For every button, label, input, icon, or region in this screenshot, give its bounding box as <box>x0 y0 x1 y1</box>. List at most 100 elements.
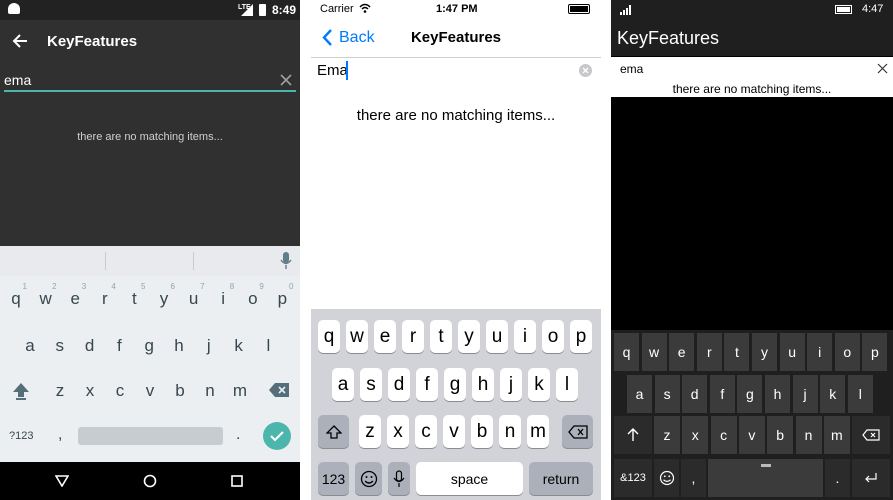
search-input[interactable]: Ema <box>311 59 601 83</box>
key-c[interactable]: c <box>710 416 737 454</box>
key-v[interactable]: v <box>738 416 765 454</box>
emoji-key[interactable] <box>355 462 382 495</box>
key-f[interactable]: f <box>709 375 735 413</box>
key-n[interactable]: n <box>795 416 822 454</box>
key-h[interactable]: h <box>166 326 192 366</box>
key-n[interactable]: n <box>197 371 223 411</box>
key-t[interactable]: t <box>724 333 750 371</box>
key-i[interactable]: i <box>807 333 833 371</box>
key-s[interactable]: s <box>360 368 382 401</box>
key-s[interactable]: s <box>47 326 73 366</box>
key-d[interactable]: d <box>388 368 410 401</box>
key-b[interactable]: b <box>471 415 493 448</box>
key-i[interactable]: i8 <box>210 279 236 319</box>
key-y[interactable]: y <box>458 320 480 353</box>
emoji-key[interactable] <box>654 459 679 497</box>
space-bar[interactable] <box>78 427 223 445</box>
key-o[interactable]: o <box>834 333 860 371</box>
key-l[interactable]: l <box>556 368 578 401</box>
key-r[interactable]: r4 <box>92 279 118 319</box>
key-q[interactable]: q <box>318 320 340 353</box>
nav-recents-icon[interactable] <box>231 475 243 487</box>
key-x[interactable]: x <box>387 415 409 448</box>
key-e[interactable]: e3 <box>62 279 88 319</box>
key-g[interactable]: g <box>737 375 763 413</box>
key-s[interactable]: s <box>654 375 680 413</box>
key-p[interactable]: p <box>862 333 888 371</box>
key-p[interactable]: p0 <box>269 279 295 319</box>
key-e[interactable]: e <box>669 333 695 371</box>
key-v[interactable]: v <box>137 371 163 411</box>
backspace-key[interactable] <box>852 416 890 454</box>
key-l[interactable]: l <box>847 375 873 413</box>
key-c[interactable]: c <box>107 371 133 411</box>
back-arrow-icon[interactable] <box>12 33 28 49</box>
key-j[interactable]: j <box>792 375 818 413</box>
key-j[interactable]: j <box>500 368 522 401</box>
key-r[interactable]: r <box>696 333 722 371</box>
return-key[interactable]: return <box>529 462 593 495</box>
dictation-key[interactable] <box>388 462 410 495</box>
key-w[interactable]: w <box>346 320 368 353</box>
symbols-key[interactable]: ?123 <box>9 430 33 442</box>
clear-icon[interactable] <box>280 74 292 86</box>
key-z[interactable]: z <box>359 415 381 448</box>
key-u[interactable]: u <box>486 320 508 353</box>
key-k[interactable]: k <box>528 368 550 401</box>
enter-key[interactable] <box>852 459 890 497</box>
period-key[interactable]: . <box>825 459 850 497</box>
key-v[interactable]: v <box>443 415 465 448</box>
space-bar[interactable]: space <box>416 462 523 495</box>
nav-home-icon[interactable] <box>143 474 157 488</box>
enter-key[interactable] <box>263 422 291 450</box>
key-q[interactable]: q1 <box>3 279 29 319</box>
key-q[interactable]: q <box>614 333 639 371</box>
key-x[interactable]: x <box>682 416 709 454</box>
key-a[interactable]: a <box>332 368 354 401</box>
key-p[interactable]: p <box>570 320 592 353</box>
key-g[interactable]: g <box>136 326 162 366</box>
key-r[interactable]: r <box>402 320 424 353</box>
clear-icon[interactable] <box>579 64 592 77</box>
key-m[interactable]: m <box>823 416 850 454</box>
key-c[interactable]: c <box>415 415 437 448</box>
key-h[interactable]: h <box>472 368 494 401</box>
numbers-key[interactable]: 123 <box>318 462 349 495</box>
key-w[interactable]: w <box>641 333 667 371</box>
key-t[interactable]: t5 <box>121 279 147 319</box>
comma-key[interactable]: , <box>58 426 62 444</box>
key-d[interactable]: d <box>77 326 103 366</box>
key-m[interactable]: m <box>527 415 549 448</box>
search-input[interactable]: ema <box>611 57 893 80</box>
key-h[interactable]: h <box>765 375 790 413</box>
key-f[interactable]: f <box>416 368 438 401</box>
space-bar[interactable] <box>708 459 823 497</box>
key-t[interactable]: t <box>430 320 452 353</box>
period-key[interactable]: . <box>236 426 240 444</box>
symbols-key[interactable]: &123 <box>614 459 652 497</box>
key-k[interactable]: k <box>226 326 252 366</box>
key-u[interactable]: u <box>779 333 805 371</box>
key-e[interactable]: e <box>374 320 396 353</box>
key-j[interactable]: j <box>196 326 222 366</box>
shift-icon[interactable] <box>11 381 31 401</box>
comma-key[interactable]: , <box>681 459 706 497</box>
key-y[interactable]: y <box>752 333 777 371</box>
key-a[interactable]: a <box>17 326 43 366</box>
key-d[interactable]: d <box>682 375 708 413</box>
key-b[interactable]: b <box>767 416 794 454</box>
key-o[interactable]: o9 <box>240 279 266 319</box>
key-b[interactable]: b <box>167 371 193 411</box>
nav-back-icon[interactable] <box>55 475 69 487</box>
key-u[interactable]: u7 <box>181 279 207 319</box>
key-z[interactable]: z <box>47 371 73 411</box>
key-x[interactable]: x <box>77 371 103 411</box>
key-m[interactable]: m <box>227 371 253 411</box>
key-o[interactable]: o <box>542 320 564 353</box>
key-f[interactable]: f <box>106 326 132 366</box>
search-input[interactable]: ema <box>4 70 296 92</box>
key-z[interactable]: z <box>654 416 680 454</box>
clear-icon[interactable] <box>877 63 888 74</box>
shift-key[interactable] <box>614 416 652 454</box>
key-i[interactable]: i <box>514 320 536 353</box>
